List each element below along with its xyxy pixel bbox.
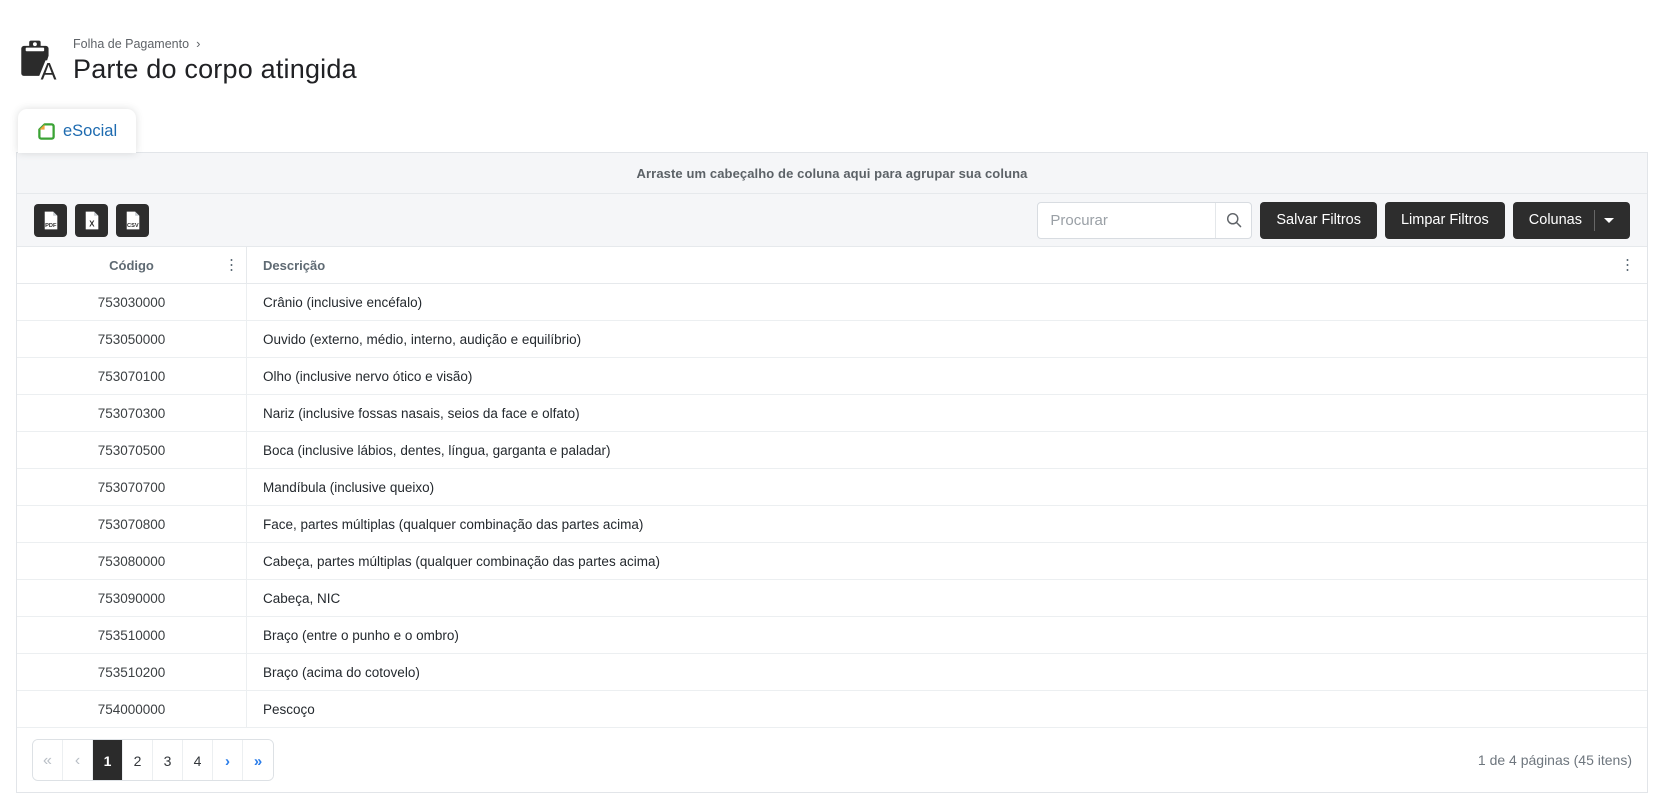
table-row[interactable]: 753070500 Boca (inclusive lábios, dentes…: [17, 432, 1647, 469]
next-page-button[interactable]: ›: [213, 740, 243, 781]
table-row[interactable]: 753030000 Crânio (inclusive encéfalo): [17, 284, 1647, 321]
pager: « ‹ 1 2 3 4 › »: [32, 739, 274, 781]
page-number-button[interactable]: 1: [93, 740, 123, 781]
table-header-row: Código ⋮ Descrição ⋮: [17, 247, 1647, 284]
cell-codigo: 753080000: [17, 543, 247, 579]
cell-descricao: Face, partes múltiplas (qualquer combina…: [247, 506, 1647, 542]
page-number-button[interactable]: 2: [123, 740, 153, 781]
page-header: A Folha de Pagamento › Parte do corpo at…: [0, 0, 1663, 89]
cell-descricao: Cabeça, NIC: [247, 580, 1647, 616]
cell-codigo: 753070700: [17, 469, 247, 505]
esocial-logo-icon: [37, 122, 56, 141]
cell-codigo: 753070100: [17, 358, 247, 394]
svg-text:A: A: [41, 58, 57, 84]
cell-descricao: Mandíbula (inclusive queixo): [247, 469, 1647, 505]
tab-esocial-label: eSocial: [63, 122, 117, 141]
table-body: 753030000 Crânio (inclusive encéfalo) 75…: [17, 284, 1647, 728]
pdf-file-icon: PDF: [40, 210, 61, 231]
previous-page-button[interactable]: ‹: [63, 740, 93, 781]
table-row[interactable]: 753510200 Braço (acima do cotovelo): [17, 654, 1647, 691]
button-divider: [1594, 210, 1595, 231]
column-header-descricao-label: Descrição: [263, 258, 325, 273]
table-row[interactable]: 753070800 Face, partes múltiplas (qualqu…: [17, 506, 1647, 543]
table-row[interactable]: 753510000 Braço (entre o punho e o ombro…: [17, 617, 1647, 654]
svg-text:PDF: PDF: [45, 223, 57, 229]
data-grid: Arraste um cabeçalho de coluna aqui para…: [16, 152, 1648, 793]
table-row[interactable]: 754000000 Pescoço: [17, 691, 1647, 728]
table-row[interactable]: 753070300 Nariz (inclusive fossas nasais…: [17, 395, 1647, 432]
export-pdf-button[interactable]: PDF: [34, 204, 67, 237]
cell-codigo: 753070300: [17, 395, 247, 431]
columns-label: Colunas: [1529, 212, 1582, 228]
search-icon: [1225, 211, 1243, 229]
cell-descricao: Boca (inclusive lábios, dentes, língua, …: [247, 432, 1647, 468]
cell-codigo: 753090000: [17, 580, 247, 616]
cell-descricao: Crânio (inclusive encéfalo): [247, 284, 1647, 320]
cell-descricao: Nariz (inclusive fossas nasais, seios da…: [247, 395, 1647, 431]
cell-descricao: Braço (acima do cotovelo): [247, 654, 1647, 690]
cell-descricao: Braço (entre o punho e o ombro): [247, 617, 1647, 653]
cell-codigo: 753070800: [17, 506, 247, 542]
clear-filters-button[interactable]: Limpar Filtros: [1385, 202, 1505, 239]
group-by-dropzone[interactable]: Arraste um cabeçalho de coluna aqui para…: [17, 153, 1647, 194]
breadcrumb-chevron-icon: ›: [196, 36, 200, 51]
export-excel-button[interactable]: X: [75, 204, 108, 237]
column-header-codigo-label: Código: [109, 258, 154, 273]
csv-file-icon: CSV: [122, 210, 143, 231]
tab-bar: eSocial: [18, 109, 1663, 153]
clear-filters-label: Limpar Filtros: [1401, 212, 1489, 228]
pager-bar: « ‹ 1 2 3 4 › » 1 de 4 páginas (45 itens…: [17, 728, 1647, 792]
column-menu-icon[interactable]: ⋮: [1620, 258, 1635, 273]
cell-descricao: Cabeça, partes múltiplas (qualquer combi…: [247, 543, 1647, 579]
column-header-codigo[interactable]: Código ⋮: [17, 247, 247, 283]
cell-codigo: 753510200: [17, 654, 247, 690]
page-info: 1 de 4 páginas (45 itens): [1478, 752, 1632, 768]
search-input[interactable]: [1038, 203, 1215, 238]
page-number-button[interactable]: 4: [183, 740, 213, 781]
table-row[interactable]: 753070100 Olho (inclusive nervo ótico e …: [17, 358, 1647, 395]
header-text: Folha de Pagamento › Parte do corpo atin…: [73, 34, 357, 85]
table-row[interactable]: 753090000 Cabeça, NIC: [17, 580, 1647, 617]
svg-text:CSV: CSV: [127, 223, 139, 229]
breadcrumb-link[interactable]: Folha de Pagamento: [73, 37, 189, 51]
columns-dropdown-button[interactable]: Colunas: [1513, 202, 1630, 239]
page-number-button[interactable]: 3: [153, 740, 183, 781]
table-row[interactable]: 753050000 Ouvido (externo, médio, intern…: [17, 321, 1647, 358]
search-button[interactable]: [1215, 203, 1251, 238]
column-menu-icon[interactable]: ⋮: [224, 258, 239, 273]
svg-text:X: X: [89, 219, 95, 228]
group-by-hint: Arraste um cabeçalho de coluna aqui para…: [637, 166, 1028, 181]
last-page-button[interactable]: »: [243, 740, 273, 781]
cell-codigo: 753050000: [17, 321, 247, 357]
table-row[interactable]: 753080000 Cabeça, partes múltiplas (qual…: [17, 543, 1647, 580]
breadcrumb: Folha de Pagamento ›: [73, 34, 357, 51]
clipboard-a-icon: A: [16, 36, 60, 89]
column-header-descricao[interactable]: Descrição ⋮: [247, 247, 1647, 283]
cell-codigo: 753070500: [17, 432, 247, 468]
save-filters-button[interactable]: Salvar Filtros: [1260, 202, 1377, 239]
cell-codigo: 753510000: [17, 617, 247, 653]
cell-descricao: Ouvido (externo, médio, interno, audição…: [247, 321, 1647, 357]
chevron-down-icon: [1604, 218, 1614, 223]
export-csv-button[interactable]: CSV: [116, 204, 149, 237]
first-page-button[interactable]: «: [33, 740, 63, 781]
excel-file-icon: X: [81, 210, 102, 231]
tab-esocial[interactable]: eSocial: [18, 109, 136, 153]
table-row[interactable]: 753070700 Mandíbula (inclusive queixo): [17, 469, 1647, 506]
cell-codigo: 753030000: [17, 284, 247, 320]
save-filters-label: Salvar Filtros: [1276, 212, 1361, 228]
cell-descricao: Pescoço: [247, 691, 1647, 727]
cell-descricao: Olho (inclusive nervo ótico e visão): [247, 358, 1647, 394]
grid-toolbar: PDF X CSV Salvar Filtros Limp: [17, 194, 1647, 247]
page-title: Parte do corpo atingida: [73, 54, 357, 85]
cell-codigo: 754000000: [17, 691, 247, 727]
search-box: [1037, 202, 1252, 239]
